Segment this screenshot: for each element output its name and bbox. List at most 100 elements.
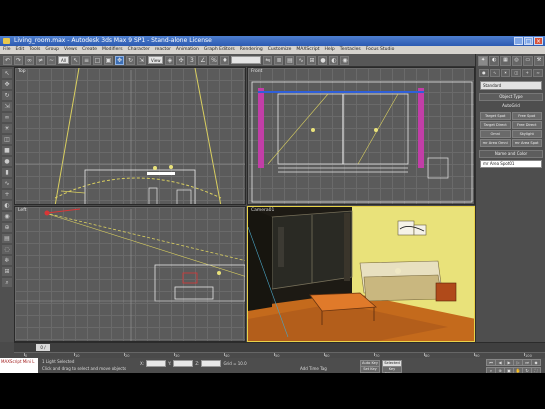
object-type-rollout[interactable]: Object Type xyxy=(479,93,543,101)
cylinder-tool-icon[interactable]: ▮ xyxy=(2,168,12,177)
rotate-icon[interactable]: ↻ xyxy=(125,55,135,65)
skylight-button[interactable]: Skylight xyxy=(511,130,542,138)
name-color-rollout[interactable]: Name and Color xyxy=(479,150,543,158)
scale-icon[interactable]: ⇲ xyxy=(136,55,146,65)
time-slider-knob[interactable]: 0 / 100 xyxy=(36,344,50,357)
helpers-icon[interactable]: + xyxy=(522,69,533,77)
percent-snap-icon[interactable]: % xyxy=(209,55,219,65)
bind-icon[interactable]: ~ xyxy=(47,55,56,65)
lights-icon[interactable]: ☀ xyxy=(500,69,511,77)
menu-modifiers[interactable]: Modifiers xyxy=(102,46,123,54)
viewport-camera-label[interactable]: Camera01 xyxy=(251,208,274,213)
maxscript-listener[interactable]: MAXScript Mini L xyxy=(0,358,38,373)
menu-maxscript[interactable]: MAXScript xyxy=(296,46,319,54)
menu-rendering[interactable]: Rendering xyxy=(240,46,263,54)
spacewarps-icon[interactable]: ≈ xyxy=(533,69,543,77)
reference-coord-dropdown[interactable]: View xyxy=(147,56,164,64)
render-setup-icon[interactable]: ◐ xyxy=(329,55,339,65)
layer-icon[interactable]: ▤ xyxy=(285,55,295,65)
viewport-front-label[interactable]: Front xyxy=(251,69,262,74)
zoom-tool-icon[interactable]: ⌕ xyxy=(2,278,12,287)
motion-tab[interactable]: ◎ xyxy=(511,56,522,66)
unlink-icon[interactable]: ≠ xyxy=(36,55,45,65)
helper-tool-icon[interactable]: + xyxy=(2,190,12,199)
minimize-button[interactable]: _ xyxy=(514,37,523,45)
scale-tool-icon[interactable]: ⇲ xyxy=(2,102,12,111)
window-crossing-icon[interactable]: ▣ xyxy=(103,55,113,65)
menu-tentacles[interactable]: Tentacles xyxy=(340,46,361,54)
menu-reactor[interactable]: reactor xyxy=(155,46,171,54)
spline-tool-icon[interactable]: ∿ xyxy=(2,179,12,188)
shapes-icon[interactable]: ∿ xyxy=(489,69,500,77)
select-name-icon[interactable]: ≡ xyxy=(81,55,91,65)
move-icon[interactable]: ✥ xyxy=(114,55,124,65)
material-tool-icon[interactable]: ◐ xyxy=(2,201,12,210)
menu-graph-editors[interactable]: Graph Editors xyxy=(204,46,235,54)
autogrid-checkbox[interactable]: AutoGrid xyxy=(479,103,543,109)
close-button[interactable]: × xyxy=(534,37,543,45)
light-type-dropdown[interactable]: Standard xyxy=(480,81,542,90)
material-editor-icon[interactable]: ● xyxy=(318,55,328,65)
rotate-tool-icon[interactable]: ↻ xyxy=(2,91,12,100)
y-field[interactable] xyxy=(173,360,194,367)
snap-icon[interactable]: 3 xyxy=(187,55,197,65)
maximize-viewport-icon[interactable]: ⛶ xyxy=(531,367,541,373)
object-name-field[interactable]: mr Area Spot01 xyxy=(480,160,542,168)
free-spot-button[interactable]: Free Spot xyxy=(511,112,542,120)
link-icon[interactable]: ∞ xyxy=(25,55,34,65)
menu-edit[interactable]: Edit xyxy=(16,46,25,54)
undo-icon[interactable]: ↶ xyxy=(3,55,12,65)
light-tool-icon[interactable]: ☀ xyxy=(2,124,12,133)
menu-tools[interactable]: Tools xyxy=(29,46,40,54)
mirror-icon[interactable]: ⇋ xyxy=(263,55,273,65)
move-tool-icon[interactable]: ✥ xyxy=(2,80,12,89)
pivot-icon[interactable]: ◈ xyxy=(165,55,175,65)
mr-area-spot-button[interactable]: mr Area Spot xyxy=(511,139,542,147)
key-mode-icon[interactable]: ◆ xyxy=(531,359,541,366)
angle-snap-icon[interactable]: ∠ xyxy=(198,55,208,65)
z-field[interactable] xyxy=(201,360,222,367)
mr-area-omni-button[interactable]: mr Area Omni xyxy=(480,139,511,147)
hide-tool-icon[interactable]: ◌ xyxy=(2,245,12,254)
menu-customize[interactable]: Customize xyxy=(268,46,292,54)
x-field[interactable] xyxy=(146,360,167,367)
render-tool-icon[interactable]: ◉ xyxy=(2,212,12,221)
menu-help[interactable]: Help xyxy=(325,46,335,54)
selection-filter-dropdown[interactable]: All xyxy=(58,56,69,64)
spinner-snap-icon[interactable]: ♦ xyxy=(220,55,230,65)
viewport-front[interactable]: Front xyxy=(247,67,475,205)
camera-tool-icon[interactable]: ◫ xyxy=(2,135,12,144)
target-direct-button[interactable]: Target Direct xyxy=(480,121,511,129)
select-tool-icon[interactable]: ↖ xyxy=(2,69,12,78)
utilities-tab[interactable]: ⚒ xyxy=(533,56,545,66)
create-tab[interactable]: ✦ xyxy=(478,56,489,66)
named-selection-dropdown[interactable] xyxy=(231,56,262,64)
select-icon[interactable]: ↖ xyxy=(70,55,80,65)
menu-file[interactable]: File xyxy=(3,46,11,54)
viewport-camera[interactable]: Camera01 xyxy=(247,206,475,342)
viewport-top[interactable]: Top xyxy=(14,67,246,205)
menu-focus-studio[interactable]: Focus Studio xyxy=(366,46,395,54)
viewport-left[interactable]: Left xyxy=(14,206,246,342)
display-tab[interactable]: ▭ xyxy=(522,56,533,66)
hierarchy-tab[interactable]: ▦ xyxy=(500,56,511,66)
freeze-tool-icon[interactable]: ❄ xyxy=(2,256,12,265)
menu-character[interactable]: Character xyxy=(128,46,150,54)
rect-select-icon[interactable]: □ xyxy=(92,55,102,65)
group-tool-icon[interactable]: ⊞ xyxy=(2,267,12,276)
render-icon[interactable]: ◉ xyxy=(340,55,350,65)
menu-animation[interactable]: Animation xyxy=(176,46,199,54)
link-tool-icon[interactable]: ∞ xyxy=(2,113,12,122)
geometry-icon[interactable]: ● xyxy=(479,69,489,77)
menu-views[interactable]: Views xyxy=(64,46,77,54)
target-spot-button[interactable]: Target Spot xyxy=(480,112,511,120)
manipulate-icon[interactable]: ✣ xyxy=(176,55,186,65)
modify-tab[interactable]: ◐ xyxy=(489,56,500,66)
set-key-button[interactable]: Set Key xyxy=(360,366,380,373)
schematic-icon[interactable]: ⊞ xyxy=(307,55,317,65)
free-direct-button[interactable]: Free Direct xyxy=(511,121,542,129)
align-icon[interactable]: ≣ xyxy=(274,55,284,65)
curve-editor-icon[interactable]: ∿ xyxy=(296,55,306,65)
key-filters-button[interactable]: Key Filters... xyxy=(382,366,402,373)
sphere-tool-icon[interactable]: ● xyxy=(2,157,12,166)
